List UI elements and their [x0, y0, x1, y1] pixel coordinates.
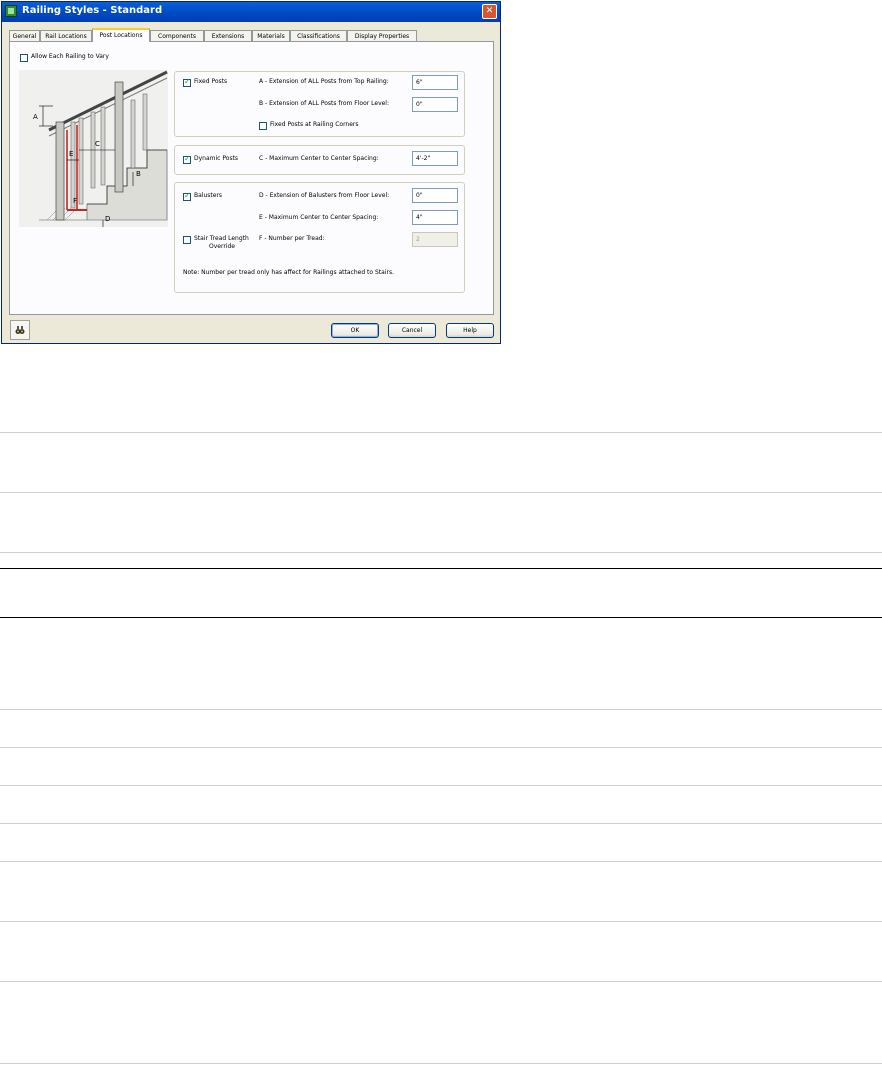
- close-button[interactable]: ✕: [482, 4, 497, 19]
- baluster-spacing-label: E - Maximum Center to Center Spacing:: [259, 214, 379, 221]
- dynamic-spacing-field[interactable]: 4'-2": [412, 151, 458, 166]
- tab-components[interactable]: Components: [150, 30, 204, 41]
- table-rule: [0, 492, 882, 493]
- table-rule: [0, 785, 882, 786]
- baluster-spacing-field[interactable]: 4": [412, 210, 458, 225]
- table-rule: [0, 1063, 882, 1064]
- dynamic-spacing-label: C - Maximum Center to Center Spacing:: [259, 155, 379, 162]
- table-rule: [0, 617, 882, 618]
- table-rule: [0, 747, 882, 748]
- extension-floor-field[interactable]: 0": [412, 97, 458, 112]
- app-icon: [5, 5, 17, 17]
- tread-note: Note: Number per tread only has affect f…: [183, 269, 394, 276]
- help-button[interactable]: Help: [446, 323, 494, 338]
- table-rule: [0, 709, 882, 710]
- fixed-corners-checkbox[interactable]: [259, 122, 267, 130]
- cancel-button[interactable]: Cancel: [388, 323, 436, 338]
- stair-railing-illustration: [39, 70, 168, 228]
- tab-extensions[interactable]: Extensions: [204, 30, 252, 41]
- dynamic-posts-group: Dynamic Posts C - Maximum Center to Cent…: [174, 145, 465, 175]
- dynamic-posts-label: Dynamic Posts: [194, 155, 239, 162]
- allow-vary-label: Allow Each Railing to Vary: [31, 53, 109, 60]
- extension-top-label: A - Extension of ALL Posts from Top Rail…: [259, 78, 389, 85]
- extension-top-field[interactable]: 6": [412, 75, 458, 90]
- window-title: Railing Styles - Standard: [22, 5, 163, 16]
- balusters-label: Balusters: [194, 192, 223, 199]
- diagram-label-b: B: [136, 170, 141, 178]
- balusters-checkbox[interactable]: [183, 191, 191, 201]
- table-rule: [0, 861, 882, 862]
- balusters-group: Balusters D - Extension of Balusters fro…: [174, 182, 465, 293]
- railing-styles-dialog: Railing Styles - Standard ✕ General Rail…: [1, 1, 501, 344]
- post-locations-panel: Allow Each Railing to Vary A B C D E F ✓…: [9, 41, 494, 315]
- tab-display-properties[interactable]: Display Properties: [347, 30, 417, 41]
- extension-floor-label: B - Extension of ALL Posts from Floor Le…: [259, 100, 389, 107]
- fixed-posts-checkbox[interactable]: [183, 77, 191, 87]
- tab-rail-locations[interactable]: Rail Locations: [40, 30, 92, 41]
- allow-vary-checkbox[interactable]: [20, 54, 28, 62]
- tab-post-locations[interactable]: Post Locations: [92, 28, 150, 42]
- fixed-posts-group: Fixed Posts A - Extension of ALL Posts f…: [174, 71, 465, 137]
- diagram-label-c: C: [95, 140, 100, 148]
- per-tread-field[interactable]: 2: [412, 232, 458, 247]
- tread-override-label-2: Override: [209, 243, 235, 250]
- tread-override-checkbox[interactable]: [183, 236, 191, 244]
- dynamic-posts-checkbox[interactable]: [183, 154, 191, 164]
- tab-general[interactable]: General: [9, 30, 40, 41]
- baluster-extension-field[interactable]: 0": [412, 188, 458, 203]
- tread-override-label: Stair Tread Length: [194, 235, 249, 242]
- fixed-posts-label: Fixed Posts: [194, 78, 228, 85]
- diagram-label-e: E: [69, 150, 74, 158]
- diagram-label-a: A: [33, 113, 38, 121]
- tab-materials[interactable]: Materials: [252, 30, 290, 41]
- fixed-corners-label: Fixed Posts at Railing Corners: [270, 121, 359, 128]
- railing-diagram: A B C D E F: [19, 70, 168, 228]
- binoculars-icon: [15, 326, 25, 334]
- ok-button[interactable]: OK: [331, 323, 379, 338]
- table-rule: [0, 552, 882, 553]
- diagram-label-d: D: [105, 215, 111, 223]
- help-binoculars-button[interactable]: [10, 320, 30, 340]
- baluster-extension-label: D - Extension of Balusters from Floor Le…: [259, 192, 390, 199]
- per-tread-label: F - Number per Tread:: [259, 235, 325, 242]
- table-rule: [0, 823, 882, 824]
- table-rule: [0, 432, 882, 433]
- table-rule: [0, 981, 882, 982]
- table-rule: [0, 921, 882, 922]
- tab-classifications[interactable]: Classifications: [290, 30, 347, 41]
- table-rule: [0, 568, 882, 569]
- title-bar[interactable]: Railing Styles - Standard ✕: [2, 2, 500, 22]
- diagram-label-f: F: [73, 197, 78, 205]
